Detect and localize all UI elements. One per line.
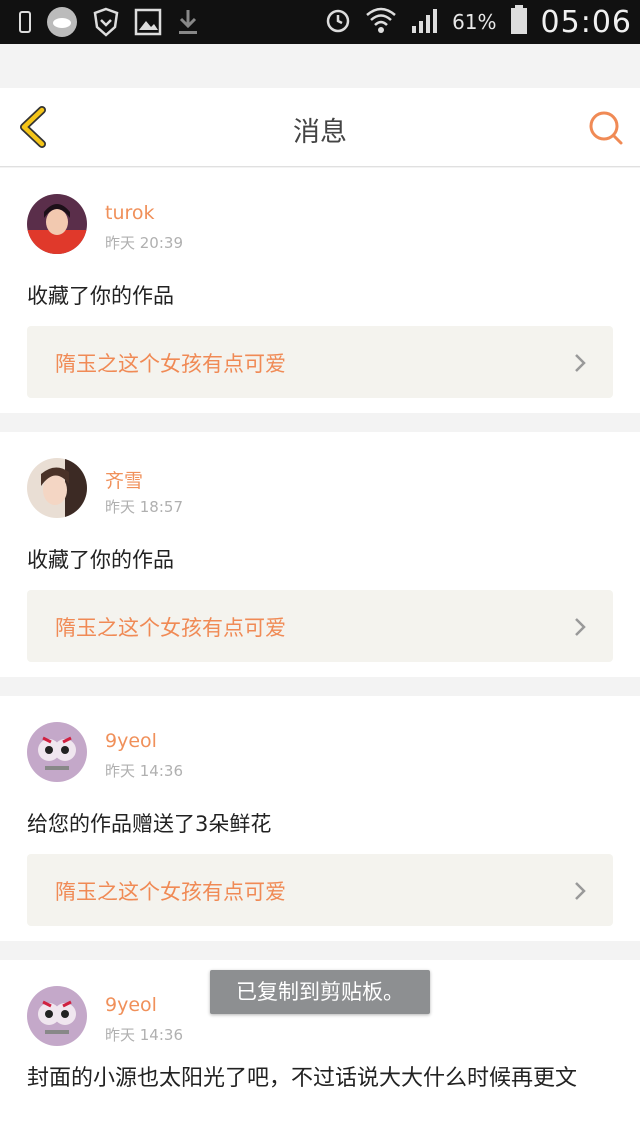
alarm-icon [324,6,352,38]
work-link[interactable]: 隋玉之这个女孩有点可爱 [27,590,613,662]
avatar[interactable] [27,458,87,518]
timestamp: 昨天 14:36 [105,1026,183,1044]
message-card: 齐雪 昨天 18:57 收藏了你的作品 隋玉之这个女孩有点可爱 [0,432,640,677]
work-title: 隋玉之这个女孩有点可爱 [55,616,286,640]
work-link[interactable]: 隋玉之这个女孩有点可爱 [27,854,613,926]
clock: 05:06 [540,4,632,40]
work-title: 隋玉之这个女孩有点可爱 [55,880,286,904]
timestamp: 昨天 18:57 [105,498,183,516]
app-header: 消息 [0,88,640,167]
search-icon [589,111,623,145]
avatar[interactable] [27,194,87,254]
signal-icon [410,5,440,39]
download-icon [176,7,200,41]
username[interactable]: 齐雪 [105,466,143,493]
sim-icon [18,9,32,39]
status-bar: 61% 05:06 [0,0,640,44]
timestamp: 昨天 14:36 [105,762,183,780]
shield-icon [92,7,120,41]
chevron-right-icon [575,354,586,372]
toast-message: 已复制到剪贴板。 [210,970,430,1014]
action-text: 收藏了你的作品 [27,284,174,308]
image-icon [134,8,162,40]
avatar[interactable] [27,722,87,782]
message-card: turok 昨天 20:39 收藏了你的作品 隋玉之这个女孩有点可爱 [0,168,640,413]
comment-text[interactable]: 封面的小源也太阳光了吧，不过话说大大什么时候再更文 [27,1064,617,1094]
chevron-right-icon [575,882,586,900]
search-button[interactable] [586,108,626,148]
action-text: 给您的作品赠送了3朵鲜花 [27,812,272,836]
chevron-right-icon [575,618,586,636]
work-title: 隋玉之这个女孩有点可爱 [55,352,286,376]
username[interactable]: 9yeol [105,730,157,752]
username[interactable]: 9yeol [105,994,157,1016]
battery-percent: 61% [452,10,497,34]
wifi-icon [364,5,398,39]
message-card: 9yeol 昨天 14:36 给您的作品赠送了3朵鲜花 隋玉之这个女孩有点可爱 [0,696,640,941]
action-text: 收藏了你的作品 [27,548,174,572]
page-title: 消息 [293,117,347,148]
timestamp: 昨天 20:39 [105,234,183,252]
avatar[interactable] [27,986,87,1046]
weather-icon [46,6,78,42]
battery-icon [509,4,529,40]
work-link[interactable]: 隋玉之这个女孩有点可爱 [27,326,613,398]
username[interactable]: turok [105,202,155,224]
